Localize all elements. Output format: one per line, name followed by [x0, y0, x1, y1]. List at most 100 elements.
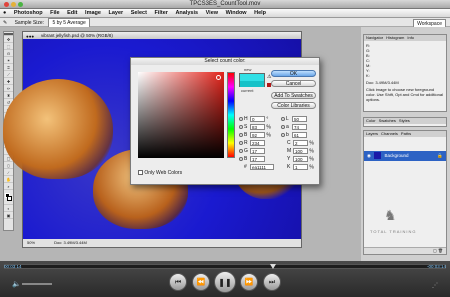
crop-tool-icon[interactable]: ⌗: [4, 65, 13, 71]
input-h[interactable]: 0: [250, 116, 265, 122]
layer-row-background[interactable]: ◉ Background 🔒: [364, 151, 446, 161]
sample-size-label: Sample Size:: [14, 20, 45, 26]
tab-swatches[interactable]: Swatches: [379, 118, 396, 123]
hex-input[interactable]: ea1111: [250, 164, 274, 170]
radio-a[interactable]: [281, 125, 285, 129]
input-y[interactable]: 100: [293, 156, 308, 162]
notes-tool-icon[interactable]: ▯: [4, 163, 13, 169]
menu-file[interactable]: File: [47, 9, 62, 17]
rewind-button[interactable]: ⏪: [192, 273, 210, 291]
tab-paths[interactable]: Paths: [401, 131, 411, 136]
add-to-swatches-button[interactable]: Add To Swatches: [271, 92, 316, 99]
input-g[interactable]: 17: [250, 148, 265, 154]
background-color[interactable]: [7, 196, 12, 201]
input-blue[interactable]: 17: [250, 156, 265, 162]
stamp-tool-icon[interactable]: ♜: [4, 93, 13, 99]
layers-panel-tabs: Layers Channels Paths: [364, 131, 446, 137]
new-layer-icon[interactable]: ▢: [433, 248, 437, 253]
go-to-end-button[interactable]: ⏭: [263, 273, 281, 291]
delete-layer-icon[interactable]: 🗑: [438, 248, 443, 253]
menu-analysis[interactable]: Analysis: [172, 9, 201, 17]
layers-panel: Layers Channels Paths ◉ Background 🔒 ♞ TOT…: [363, 130, 447, 255]
input-c[interactable]: 2: [293, 140, 308, 146]
info-readouts: R: G: B: C: M: Y: K: Doc: 3.49M/3.44M Cl…: [366, 43, 443, 102]
input-m[interactable]: 100: [293, 148, 308, 154]
tab-histogram[interactable]: Histogram: [386, 35, 404, 40]
brush-tool-icon[interactable]: ✏: [4, 86, 13, 92]
input-l[interactable]: 50: [292, 116, 307, 122]
input-s[interactable]: 83: [250, 124, 265, 130]
lab-cmyk-fields: L 50 a 74 b 61 C2 % M 100 % Y 100 % K1 %: [281, 116, 314, 172]
playhead[interactable]: [270, 264, 276, 269]
menu-select[interactable]: Select: [128, 9, 150, 17]
eyedropper-tool-icon[interactable]: ⁄: [4, 170, 13, 176]
healing-tool-icon[interactable]: ✚: [4, 79, 13, 85]
tab-color[interactable]: Color: [366, 118, 376, 123]
tab-channels[interactable]: Channels: [381, 131, 398, 136]
radio-r[interactable]: [239, 141, 243, 145]
radio-g[interactable]: [239, 149, 243, 153]
tab-info[interactable]: Info: [407, 35, 414, 40]
menu-photoshop[interactable]: Photoshop: [11, 9, 46, 17]
menu-image[interactable]: Image: [82, 9, 104, 17]
resize-handle-icon[interactable]: ⋰: [432, 282, 438, 289]
hue-slider[interactable]: [227, 72, 235, 158]
quick-mask-icon[interactable]: ◐: [4, 206, 13, 212]
volume-icon[interactable]: 🔈: [12, 280, 21, 288]
radio-b[interactable]: [239, 133, 243, 137]
marquee-tool-icon[interactable]: ⬚: [4, 44, 13, 50]
eyedropper-icon[interactable]: ✎: [0, 19, 10, 27]
input-k[interactable]: 1: [293, 164, 308, 170]
color-libraries-button[interactable]: Color Libraries: [271, 102, 316, 109]
hsb-rgb-fields: H0 ° S 83 % B 92 % R 234 G 17 B 17 # ea1111: [239, 116, 274, 172]
menu-window[interactable]: Window: [223, 9, 250, 17]
radio-l[interactable]: [281, 117, 285, 121]
menu-layer[interactable]: Layer: [105, 9, 126, 17]
volume-slider[interactable]: [22, 283, 52, 285]
play-pause-button[interactable]: ❚❚: [214, 271, 236, 293]
radio-lab-b[interactable]: [281, 133, 285, 137]
go-to-start-button[interactable]: ⏮: [169, 273, 187, 291]
menu-filter[interactable]: Filter: [151, 9, 170, 17]
radio-s[interactable]: [239, 125, 243, 129]
fast-forward-button[interactable]: ⏩: [240, 273, 258, 291]
magic-wand-tool-icon[interactable]: ✶: [4, 58, 13, 64]
color-field-cursor[interactable]: [216, 75, 221, 80]
window-title-bar: TPCS3ES_CountTool.mov: [0, 0, 450, 9]
menu-view[interactable]: View: [203, 9, 221, 17]
input-a[interactable]: 74: [292, 124, 307, 130]
input-b[interactable]: 92: [250, 132, 265, 138]
visibility-eye-icon[interactable]: ◉: [367, 153, 371, 158]
document-title: vibrant jellyfish.psd @ 50% (RGB/8): [41, 33, 113, 38]
input-r[interactable]: 234: [250, 140, 265, 146]
tab-layers[interactable]: Layers: [366, 131, 378, 136]
ok-button[interactable]: OK: [271, 70, 316, 77]
apple-menu-icon[interactable]: ●: [0, 9, 9, 17]
cancel-button[interactable]: Cancel: [271, 80, 316, 87]
screen-mode-icon[interactable]: ▣: [4, 213, 13, 219]
radio-blue[interactable]: [239, 157, 243, 161]
timeline-scrubber[interactable]: [4, 264, 446, 269]
field-hex: # ea1111: [239, 164, 274, 172]
menu-edit[interactable]: Edit: [64, 9, 80, 17]
field-a: a 74: [281, 124, 314, 132]
only-web-colors-label: Only Web Colors: [144, 170, 183, 176]
color-field[interactable]: [138, 72, 224, 158]
radio-h[interactable]: [239, 117, 243, 121]
field-lab-b: b 61: [281, 132, 314, 140]
color-swatches[interactable]: [4, 191, 13, 205]
zoom-tool-icon[interactable]: ⌕: [4, 184, 13, 190]
tab-styles[interactable]: Styles: [399, 118, 410, 123]
current-color-swatch[interactable]: [240, 81, 264, 87]
zoom-level[interactable]: 50%: [27, 240, 35, 245]
move-tool-icon[interactable]: ✥: [4, 37, 13, 43]
input-lab-b[interactable]: 61: [292, 132, 307, 138]
menu-help[interactable]: Help: [251, 9, 269, 17]
hand-tool-icon[interactable]: ✋: [4, 177, 13, 183]
only-web-colors-option[interactable]: Only Web Colors: [138, 170, 182, 176]
tab-navigator[interactable]: Navigator: [366, 35, 383, 40]
slice-tool-icon[interactable]: ⟋: [4, 72, 13, 78]
lasso-tool-icon[interactable]: ʘ: [4, 51, 13, 57]
options-bar: ✎ Sample Size: 5 by 5 Average Workspace: [0, 18, 450, 29]
only-web-colors-checkbox[interactable]: [138, 170, 143, 176]
